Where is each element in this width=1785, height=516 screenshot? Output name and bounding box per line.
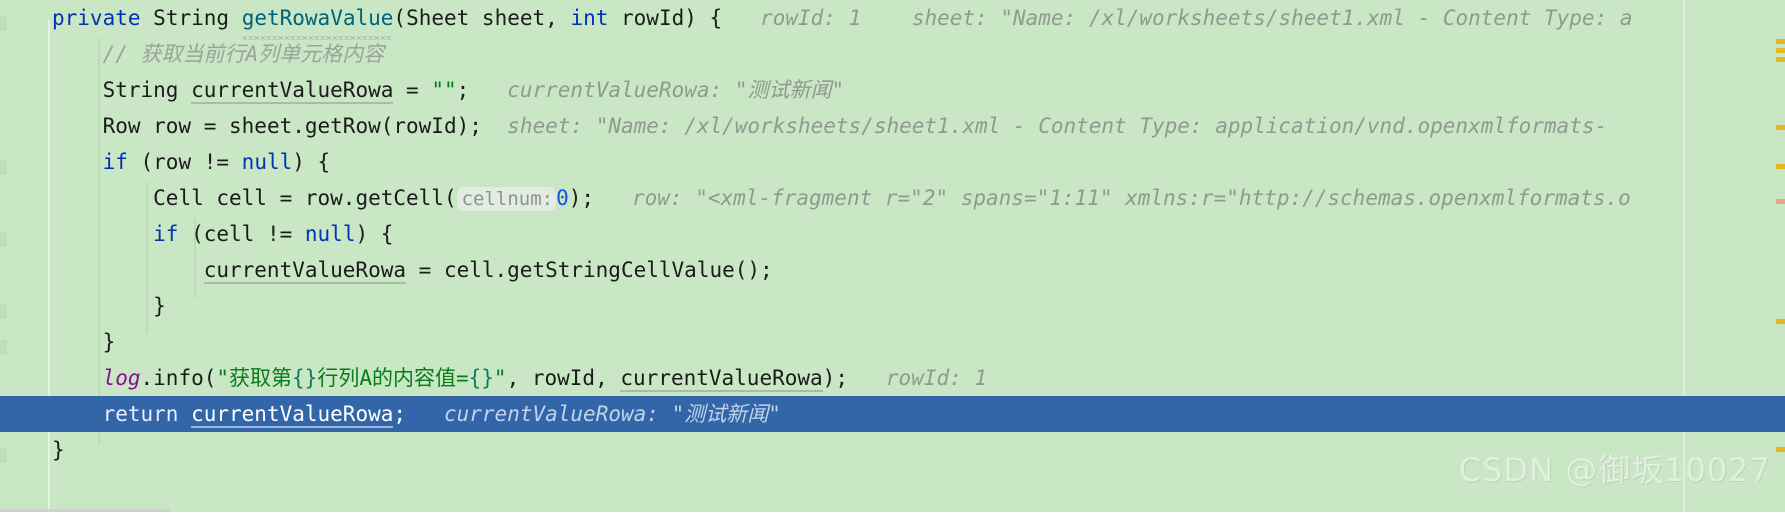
analysis-stripe-error[interactable]	[1776, 199, 1785, 204]
code-line-5[interactable]: if (row != null) {	[0, 144, 1785, 180]
args-part-b: );	[822, 366, 848, 390]
code-line-4[interactable]: Row row = sheet.getRow(rowId); sheet: "N…	[0, 108, 1785, 144]
debug-hint-rowid: rowId: 1	[885, 366, 988, 390]
code-line-10[interactable]: }	[0, 324, 1785, 360]
param-rowid: rowId) {	[608, 6, 723, 30]
code-line-2[interactable]: // 获取当前行A列单元格内容	[0, 36, 1785, 72]
code-line-1[interactable]: private String getRowaValue(Sheet sheet,…	[0, 0, 1785, 40]
debug-hint-value: "<xml-fragment r="2" spans="1:11" xmlns:…	[695, 186, 1631, 210]
code-editor[interactable]: private String getRowaValue(Sheet sheet,…	[0, 0, 1785, 516]
keyword-private: private	[52, 6, 141, 30]
analysis-stripe-warning[interactable]	[1776, 164, 1785, 169]
type-string: String	[102, 78, 179, 102]
assignment-getstringcellvalue: = cell.getStringCellValue();	[406, 258, 773, 282]
comment-text: // 获取当前行A列单元格内容	[102, 42, 385, 66]
code-line-12-current-execution[interactable]: return currentValueRowa; currentValueRow…	[0, 396, 1785, 432]
analysis-stripe-warning[interactable]	[1776, 447, 1785, 452]
code-line-3[interactable]: String currentValueRowa = ""; currentVal…	[0, 72, 1785, 108]
number-literal: 0	[556, 186, 569, 210]
debug-hint-value: "测试新闻"	[671, 402, 781, 426]
code-line-13[interactable]: }	[0, 432, 1785, 468]
condition-part-a: (row !=	[127, 150, 242, 174]
debug-hint-rowid: rowId: 1	[760, 6, 862, 30]
analysis-stripe-warning[interactable]	[1776, 57, 1785, 62]
debug-hint-value: "Name: /xl/worksheets/sheet1.xml - Conte…	[595, 114, 1608, 138]
variable-currentvaluerowa: currentValueRowa	[620, 366, 823, 392]
condition-part-b: ) {	[355, 222, 394, 246]
editor-bottom-edge	[0, 512, 1785, 516]
statement-tail: );	[568, 186, 595, 210]
assign-operator: =	[393, 78, 432, 102]
type-string: String	[153, 6, 230, 30]
debug-hint-name: row:	[632, 186, 683, 210]
string-quote-open: "	[216, 366, 230, 390]
field-log: log	[102, 366, 141, 390]
paren-open: (	[393, 6, 407, 30]
analysis-stripe-warning[interactable]	[1776, 48, 1785, 53]
analysis-stripe-selection[interactable]	[1776, 400, 1785, 405]
closing-brace: }	[153, 294, 166, 318]
method-name-getrowavalue: getRowaValue	[241, 0, 393, 40]
statement-getrow: Row row = sheet.getRow(rowId);	[102, 114, 482, 138]
inlay-parameter-hint-cellnum[interactable]: cellnum:	[456, 187, 557, 211]
variable-currentvaluerowa: currentValueRowa	[203, 258, 407, 284]
method-call-info: .info(	[140, 366, 217, 390]
editor-horizontal-scrollbar[interactable]	[0, 509, 170, 512]
string-part-2: 行列A的内容值=	[317, 366, 469, 390]
semicolon: ;	[393, 402, 407, 426]
condition-part-b: ) {	[292, 150, 331, 174]
code-line-8[interactable]: currentValueRowa = cell.getStringCellVal…	[0, 252, 1785, 288]
variable-currentvaluerowa: currentValueRowa	[191, 78, 394, 104]
statement-getcell: Cell cell = row.getCell(	[153, 186, 457, 210]
keyword-if: if	[102, 150, 128, 174]
code-line-11[interactable]: log.info("获取第{}行列A的内容值={}", rowId, curre…	[0, 360, 1785, 396]
debug-hint-sheet: sheet: "Name: /xl/worksheets/sheet1.xml …	[911, 6, 1633, 30]
code-line-6[interactable]: Cell cell = row.getCell(cellnum: 0); row:…	[0, 180, 1785, 216]
debug-hint-name: currentValueRowa:	[507, 78, 723, 102]
param-sheet: Sheet sheet,	[406, 6, 571, 30]
semicolon: ;	[456, 78, 470, 102]
string-placeholder-1: {}	[292, 366, 318, 390]
args-part-a: , rowId,	[506, 366, 621, 390]
code-line-9[interactable]: }	[0, 288, 1785, 324]
keyword-if: if	[153, 222, 179, 246]
condition-part-a: (cell !=	[178, 222, 305, 246]
debug-hint-value: "测试新闻"	[734, 78, 845, 102]
string-quote-close: "	[493, 366, 507, 390]
string-placeholder-2: {}	[468, 366, 494, 390]
string-literal-empty: ""	[431, 78, 457, 102]
debug-hint-name: sheet:	[507, 114, 584, 138]
analysis-stripe-warning[interactable]	[1776, 319, 1785, 324]
keyword-int: int	[570, 6, 609, 30]
debug-hint-name: currentValueRowa:	[443, 402, 659, 426]
keyword-null: null	[241, 150, 293, 174]
keyword-null: null	[304, 222, 356, 246]
analysis-stripe-warning[interactable]	[1776, 39, 1785, 44]
code-line-7[interactable]: if (cell != null) {	[0, 216, 1785, 252]
analysis-stripe-warning[interactable]	[1776, 125, 1785, 130]
variable-currentvaluerowa: currentValueRowa	[191, 402, 394, 428]
keyword-return: return	[102, 402, 179, 426]
closing-brace: }	[102, 330, 116, 354]
code-lines-container[interactable]: private String getRowaValue(Sheet sheet,…	[0, 0, 1785, 516]
string-part-1: 获取第	[229, 366, 293, 390]
closing-brace-method: }	[52, 438, 65, 462]
